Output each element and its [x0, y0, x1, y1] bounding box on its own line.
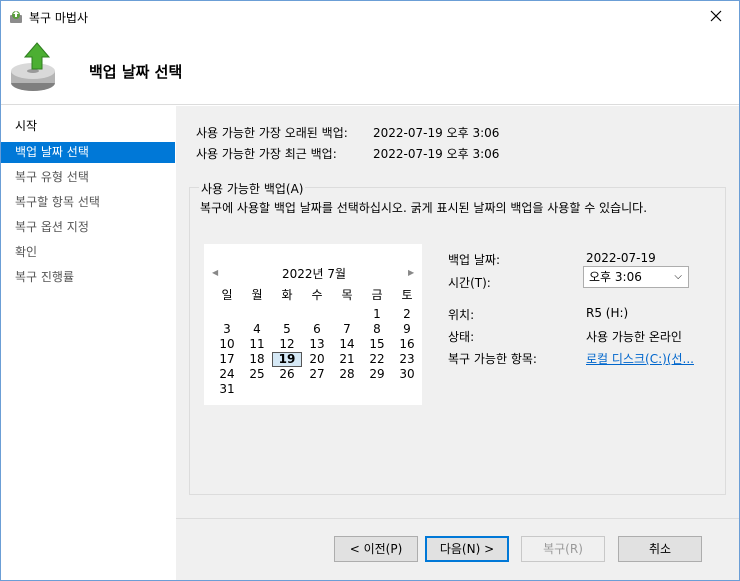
calendar-day[interactable]: 3	[212, 322, 242, 337]
step-confirm: 확인	[15, 245, 38, 259]
time-select-value: 오후 3:06	[589, 270, 642, 284]
calendar-weekday: 화	[281, 288, 293, 302]
cancel-button[interactable]: 취소	[618, 536, 702, 562]
calendar-day[interactable]: 20	[302, 352, 332, 367]
calendar-day[interactable]: 17	[212, 352, 242, 367]
calendar-day[interactable]: 9	[392, 322, 422, 337]
backup-date-label: 백업 날짜:	[448, 253, 501, 267]
step-recovery-options: 복구 옵션 지정	[15, 220, 89, 234]
backup-app-icon	[10, 11, 22, 23]
button-separator	[176, 518, 739, 519]
calendar-empty-cell	[302, 307, 332, 322]
wizard-header: 백업 날짜 선택	[1, 31, 739, 105]
calendar-day[interactable]: 22	[362, 352, 392, 367]
calendar-day[interactable]: 31	[212, 382, 242, 397]
recoverable-items-label: 복구 가능한 항목:	[448, 352, 537, 366]
calendar-empty-cell	[242, 307, 272, 322]
calendar-day[interactable]: 1	[362, 307, 392, 322]
calendar-weekday: 월	[251, 288, 263, 302]
calendar-empty-cell	[302, 382, 332, 397]
title-bar: 복구 마법사	[1, 1, 739, 31]
time-select[interactable]: 오후 3:06 ⌵	[583, 266, 689, 288]
calendar-empty-cell	[332, 307, 362, 322]
main-content: 사용 가능한 가장 오래된 백업: 2022-07-19 오후 3:06 사용 …	[176, 106, 739, 580]
calendar-day[interactable]: 4	[242, 322, 272, 337]
step-progress: 복구 진행률	[15, 270, 75, 284]
calendar-weekday: 금	[371, 288, 383, 302]
calendar-empty-cell	[362, 382, 392, 397]
calendar-empty-cell	[242, 382, 272, 397]
next-button[interactable]: 다음(N) >	[425, 536, 509, 562]
backup-date-value: 2022-07-19	[586, 251, 656, 265]
calendar-day[interactable]: 8	[362, 322, 392, 337]
location-label: 위치:	[448, 308, 475, 322]
calendar-day[interactable]: 28	[332, 367, 362, 382]
chevron-down-icon: ⌵	[674, 271, 682, 282]
calendar-day[interactable]: 27	[302, 367, 332, 382]
calendar-day[interactable]: 23	[392, 352, 422, 367]
close-icon	[710, 10, 722, 22]
calendar-empty-cell	[212, 307, 242, 322]
calendar-day[interactable]: 29	[362, 367, 392, 382]
calendar-day[interactable]: 11	[242, 337, 272, 352]
calendar-day[interactable]: 12	[272, 337, 302, 352]
step-start: 시작	[15, 119, 38, 133]
calendar-day[interactable]: 24	[212, 367, 242, 382]
calendar-weekday: 토	[401, 288, 413, 302]
calendar-day[interactable]: 14	[332, 337, 362, 352]
status-value: 사용 가능한 온라인	[586, 330, 682, 344]
previous-button[interactable]: < 이전(P)	[334, 536, 418, 562]
calendar-day[interactable]: 15	[362, 337, 392, 352]
latest-backup-value: 2022-07-19 오후 3:06	[373, 147, 500, 161]
calendar-empty-cell	[272, 307, 302, 322]
backup-calendar[interactable]: ◀ 2022년 7월 ▶ 일 월 화 수 목 금 토 1 2 3 4 5 6 7 8 9 10 11 12 13 14 1…	[203, 243, 423, 406]
step-select-items: 복구할 항목 선택	[15, 195, 100, 209]
calendar-day[interactable]: 13	[302, 337, 332, 352]
latest-backup-label: 사용 가능한 가장 최근 백업:	[196, 147, 337, 161]
step-select-recovery-type: 복구 유형 선택	[15, 170, 89, 184]
calendar-empty-cell	[332, 382, 362, 397]
calendar-month-title: 2022년 7월	[281, 267, 347, 281]
step-select-backup-date: 백업 날짜 선택	[1, 142, 175, 163]
calendar-weekday: 목	[341, 288, 353, 302]
close-button[interactable]	[693, 1, 739, 31]
calendar-next-month-icon[interactable]: ▶	[408, 268, 414, 277]
calendar-day[interactable]: 19	[272, 352, 302, 367]
recoverable-items-link[interactable]: 로컬 디스크(C:)(선...	[586, 350, 694, 367]
group-description: 복구에 사용할 백업 날짜를 선택하십시오. 굵게 표시된 날짜의 백업을 사용…	[200, 201, 648, 215]
calendar-day[interactable]: 7	[332, 322, 362, 337]
page-title: 백업 날짜 선택	[89, 63, 183, 81]
calendar-day[interactable]: 6	[302, 322, 332, 337]
calendar-day[interactable]: 10	[212, 337, 242, 352]
window-title: 복구 마법사	[29, 11, 89, 25]
calendar-day[interactable]: 26	[272, 367, 302, 382]
calendar-day[interactable]: 18	[242, 352, 272, 367]
calendar-empty-cell	[392, 382, 422, 397]
calendar-day[interactable]: 16	[392, 337, 422, 352]
wizard-steps-sidebar: 시작 백업 날짜 선택 복구 유형 선택 복구할 항목 선택 복구 옵션 지정 …	[1, 106, 175, 580]
calendar-day[interactable]: 25	[242, 367, 272, 382]
oldest-backup-value: 2022-07-19 오후 3:06	[373, 126, 500, 140]
recovery-wizard-window: 복구 마법사 백업 날짜 선택 시작 백업 날짜 선택 복구 유형 선택 복구할…	[0, 0, 740, 581]
backup-drive-icon	[11, 42, 55, 91]
group-title: 사용 가능한 백업(A)	[199, 180, 306, 197]
calendar-empty-cell	[272, 382, 302, 397]
calendar-weekday: 수	[311, 288, 323, 302]
calendar-day[interactable]: 5	[272, 322, 302, 337]
calendar-grid: 일 월 화 수 목 금 토 1 2 3 4 5 6 7 8 9 10 11 12 13 14 15 16 17 18 19 20 21…	[212, 288, 422, 397]
status-label: 상태:	[448, 330, 475, 344]
oldest-backup-label: 사용 가능한 가장 오래된 백업:	[196, 126, 348, 140]
calendar-day[interactable]: 21	[332, 352, 362, 367]
calendar-day[interactable]: 30	[392, 367, 422, 382]
location-value: R5 (H:)	[586, 306, 629, 320]
calendar-weekday: 일	[221, 288, 233, 302]
recover-button[interactable]: 복구(R)	[521, 536, 605, 562]
calendar-day[interactable]: 2	[392, 307, 422, 322]
time-label: 시간(T):	[448, 276, 491, 290]
available-backups-group: 사용 가능한 백업(A) 복구에 사용할 백업 날짜를 선택하십시오. 굵게 표…	[189, 180, 726, 495]
